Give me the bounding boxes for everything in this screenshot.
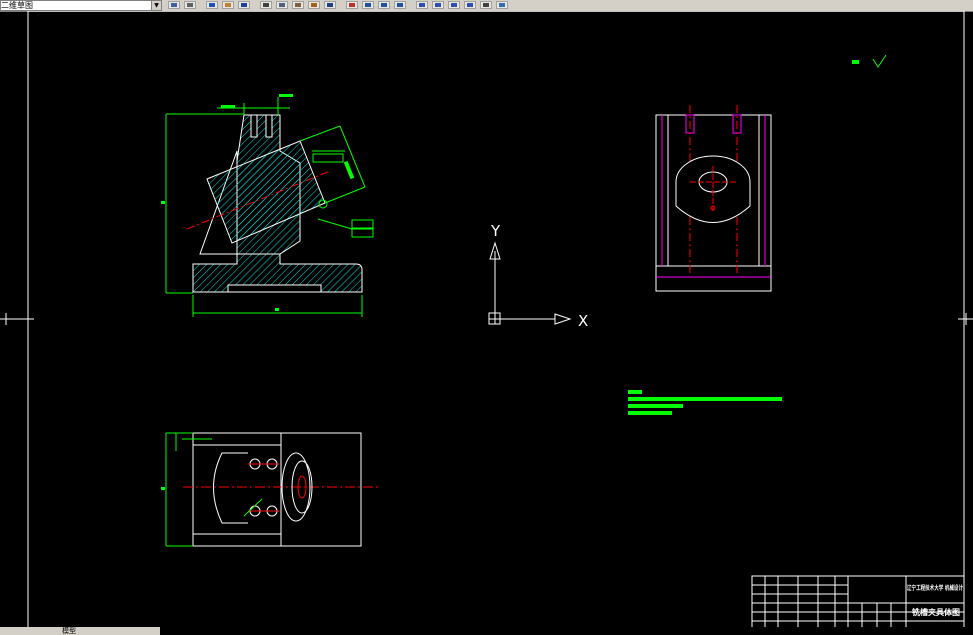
- zoom-realtime-icon: [365, 3, 371, 7]
- copy-button[interactable]: [276, 1, 288, 9]
- dim-text-top-2: [279, 94, 293, 97]
- front-view[interactable]: [161, 94, 374, 317]
- properties-button[interactable]: [496, 1, 508, 9]
- pan-button[interactable]: [346, 1, 358, 9]
- zoom-previous-button[interactable]: [394, 1, 406, 9]
- base-slot: [227, 284, 322, 293]
- workspace-dropdown[interactable]: 二维草图 ▼: [0, 0, 162, 11]
- save-button[interactable]: [238, 1, 250, 9]
- cut-icon: [263, 3, 269, 7]
- model-tab-label: 模型: [62, 627, 76, 635]
- dim-text-width: [275, 308, 279, 311]
- top-dim-text: [161, 487, 165, 490]
- zoom-window-button[interactable]: [378, 1, 390, 9]
- layer-manager-icon: [171, 3, 177, 7]
- model-space-canvas[interactable]: Y X 辽宁工程技术大学 机械 铣槽夹具体图: [0, 11, 973, 627]
- pan-icon: [349, 3, 355, 7]
- save-icon: [241, 3, 247, 7]
- ucs-x-label: X: [578, 312, 588, 330]
- undo-icon: [327, 3, 333, 7]
- chevron-down-icon: ▼: [151, 1, 161, 10]
- copy-icon: [279, 3, 285, 7]
- zoom-window-icon: [381, 3, 387, 7]
- table-style-icon: [451, 3, 457, 7]
- dim-text-incline: [343, 160, 355, 180]
- layer-state-button[interactable]: [184, 1, 196, 9]
- zoom-realtime-button[interactable]: [362, 1, 374, 9]
- paste-button[interactable]: [292, 1, 304, 9]
- layer-manager-button[interactable]: [168, 1, 180, 9]
- dim-text-height: [161, 201, 165, 204]
- open-icon: [225, 3, 231, 7]
- top-outline: [192, 432, 362, 547]
- title-block: [751, 575, 965, 627]
- paste-icon: [295, 3, 301, 7]
- top-slot-1: [250, 114, 258, 138]
- layer-state-icon: [187, 3, 193, 7]
- multileader-style-icon: [467, 3, 473, 7]
- grid-button[interactable]: [480, 1, 492, 9]
- roughness-symbol: [872, 54, 887, 68]
- workspace-label: 二维草图: [1, 1, 33, 10]
- side-view[interactable]: [655, 105, 772, 292]
- model-tab[interactable]: 模型: [0, 627, 160, 635]
- match-properties-icon: [311, 3, 317, 7]
- dim-text-top: [221, 105, 235, 108]
- undo-button[interactable]: [324, 1, 336, 9]
- cut-button[interactable]: [260, 1, 272, 9]
- match-properties-button[interactable]: [308, 1, 320, 9]
- grid-icon: [483, 3, 489, 7]
- text-style-icon: [419, 3, 425, 7]
- inclined-block-section: [206, 140, 326, 244]
- table-style-button[interactable]: [448, 1, 460, 9]
- text-style-button[interactable]: [416, 1, 428, 9]
- ucs-icon: [488, 241, 572, 325]
- multileader-style-button[interactable]: [464, 1, 476, 9]
- top-view[interactable]: [161, 432, 378, 547]
- title-block-school: 辽宁工程技术大学 机械设计: [907, 584, 963, 592]
- open-button[interactable]: [222, 1, 234, 9]
- dim-style-button[interactable]: [432, 1, 444, 9]
- new-icon: [209, 3, 215, 7]
- new-button[interactable]: [206, 1, 218, 9]
- zoom-previous-icon: [397, 3, 403, 7]
- dim-style-icon: [435, 3, 441, 7]
- top-slot: [213, 452, 248, 524]
- title-block-drawing-name: 铣槽夹具体图: [912, 607, 960, 617]
- ucs-y-label: Y: [490, 222, 501, 240]
- properties-icon: [499, 3, 505, 7]
- top-slot-2: [265, 114, 273, 138]
- roughness-value: [852, 60, 859, 64]
- technical-notes: [628, 390, 782, 415]
